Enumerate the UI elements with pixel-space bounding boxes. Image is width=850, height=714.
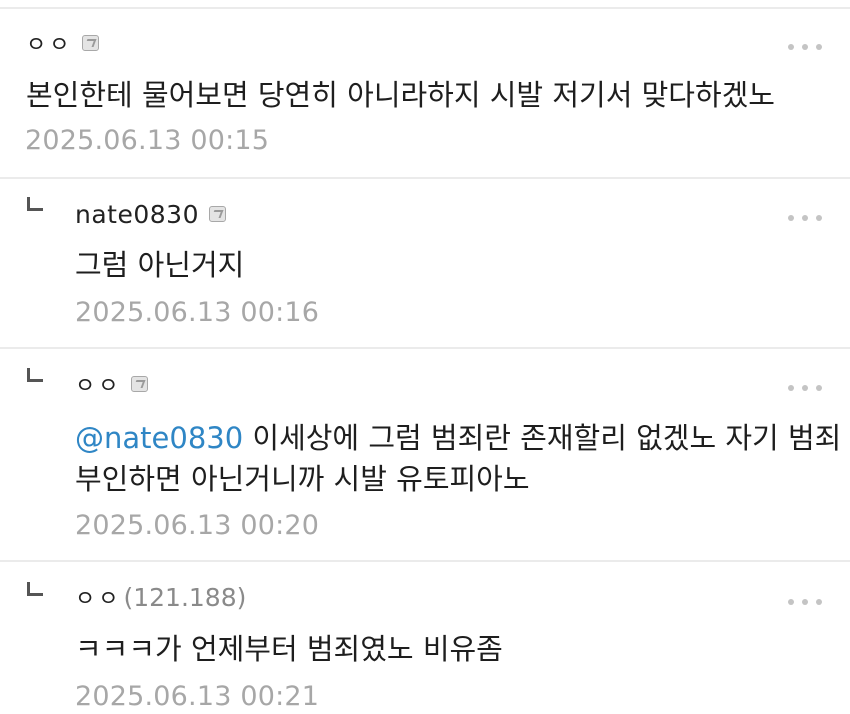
comment-author-line: ㅇㅇ (121.188) — [75, 580, 246, 614]
reply-item: ㅇㅇ (121.188) ㅋㅋㅋ가 언제부터 범죄였노 비유좀 2025.06.… — [0, 0, 850, 714]
ip-address: (121.188) — [123, 582, 247, 612]
comment-author[interactable]: ㅇㅇ — [75, 581, 121, 613]
more-options-icon[interactable] — [788, 598, 822, 606]
comment-thread: ㅇㅇ 본인한테 물어보면 당연히 아니라하지 시발 저기서 맞다하겠노 2025… — [0, 0, 850, 714]
comment-text: ㅋㅋㅋ가 언제부터 범죄였노 비유좀 — [75, 632, 503, 666]
reply-arrow-icon — [27, 582, 43, 596]
comment-timestamp: 2025.06.13 00:21 — [75, 681, 320, 712]
